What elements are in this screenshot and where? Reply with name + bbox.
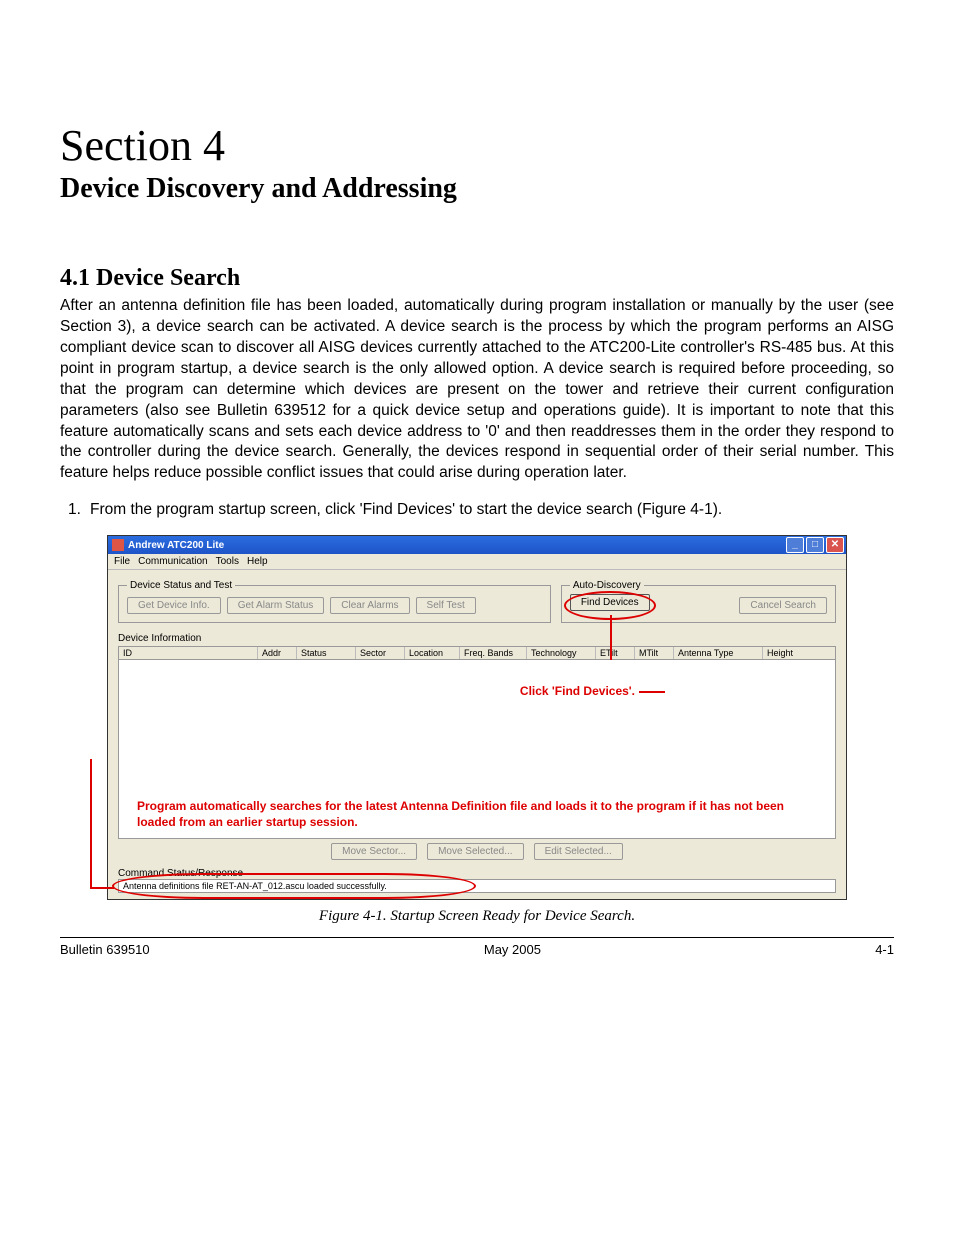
col-height[interactable]: Height bbox=[763, 647, 835, 659]
get-device-info-button[interactable]: Get Device Info. bbox=[127, 597, 221, 614]
auto-discovery-legend: Auto-Discovery bbox=[570, 580, 644, 591]
col-antenna-type[interactable]: Antenna Type bbox=[674, 647, 763, 659]
app-window: Andrew ATC200 Lite _ □ ✕ File Communicat… bbox=[107, 535, 847, 900]
menu-file[interactable]: File bbox=[114, 556, 130, 567]
self-test-button[interactable]: Self Test bbox=[416, 597, 476, 614]
title-bar: Andrew ATC200 Lite _ □ ✕ bbox=[108, 536, 846, 554]
page-footer: Bulletin 639510 May 2005 4-1 bbox=[60, 942, 894, 957]
grid-header: ID Addr Status Sector Location Freq. Ban… bbox=[118, 646, 836, 660]
menu-help[interactable]: Help bbox=[247, 556, 268, 567]
app-icon bbox=[112, 539, 124, 551]
minimize-icon[interactable]: _ bbox=[786, 537, 804, 553]
annotation-connector-v bbox=[90, 759, 92, 887]
app-title: Andrew ATC200 Lite bbox=[128, 540, 224, 551]
move-sector-button[interactable]: Move Sector... bbox=[331, 843, 417, 860]
menu-tools[interactable]: Tools bbox=[216, 556, 239, 567]
col-mtilt[interactable]: MTilt bbox=[635, 647, 674, 659]
col-freq-bands[interactable]: Freq. Bands bbox=[460, 647, 527, 659]
section-number: Section 4 bbox=[60, 120, 894, 171]
subsection-paragraph: After an antenna definition file has bee… bbox=[60, 296, 894, 484]
cancel-search-button[interactable]: Cancel Search bbox=[739, 597, 827, 614]
grid-body: Click 'Find Devices'. Program automatica… bbox=[118, 660, 836, 839]
callout-auto-search: Program automatically searches for the l… bbox=[137, 799, 817, 830]
section-title: Device Discovery and Addressing bbox=[60, 173, 894, 205]
col-technology[interactable]: Technology bbox=[527, 647, 596, 659]
footer-rule bbox=[60, 937, 894, 938]
callout-click-find-devices: Click 'Find Devices'. bbox=[520, 684, 635, 698]
move-selected-button[interactable]: Move Selected... bbox=[427, 843, 523, 860]
status-text: Antenna definitions file RET-AN-AT_012.a… bbox=[118, 879, 836, 893]
close-icon[interactable]: ✕ bbox=[826, 537, 844, 553]
subsection-heading: 4.1 Device Search bbox=[60, 265, 894, 292]
menu-communication[interactable]: Communication bbox=[138, 556, 207, 567]
footer-center: May 2005 bbox=[484, 942, 541, 957]
step-number: 1. bbox=[68, 500, 90, 521]
col-addr[interactable]: Addr bbox=[258, 647, 297, 659]
col-status[interactable]: Status bbox=[297, 647, 356, 659]
clear-alarms-button[interactable]: Clear Alarms bbox=[330, 597, 409, 614]
menu-bar: File Communication Tools Help bbox=[108, 554, 846, 570]
device-info-label: Device Information bbox=[118, 633, 836, 644]
col-location[interactable]: Location bbox=[405, 647, 460, 659]
step-text: From the program startup screen, click '… bbox=[90, 501, 722, 518]
figure-caption: Figure 4-1. Startup Screen Ready for Dev… bbox=[60, 908, 894, 925]
device-status-legend: Device Status and Test bbox=[127, 580, 235, 591]
col-id[interactable]: ID bbox=[119, 647, 258, 659]
get-alarm-status-button[interactable]: Get Alarm Status bbox=[227, 597, 325, 614]
footer-left: Bulletin 639510 bbox=[60, 942, 150, 957]
auto-discovery-group: Auto-Discovery Find Devices Cancel Searc… bbox=[561, 580, 836, 623]
step-1: 1.From the program startup screen, click… bbox=[60, 500, 894, 521]
edit-selected-button[interactable]: Edit Selected... bbox=[534, 843, 623, 860]
annotation-connector-h bbox=[90, 887, 114, 889]
command-status-label: Command Status/Response bbox=[118, 868, 836, 879]
col-sector[interactable]: Sector bbox=[356, 647, 405, 659]
maximize-icon[interactable]: □ bbox=[806, 537, 824, 553]
col-etilt[interactable]: ETilt bbox=[596, 647, 635, 659]
device-status-test-group: Device Status and Test Get Device Info. … bbox=[118, 580, 551, 623]
footer-right: 4-1 bbox=[875, 942, 894, 957]
find-devices-button[interactable]: Find Devices bbox=[570, 594, 650, 611]
